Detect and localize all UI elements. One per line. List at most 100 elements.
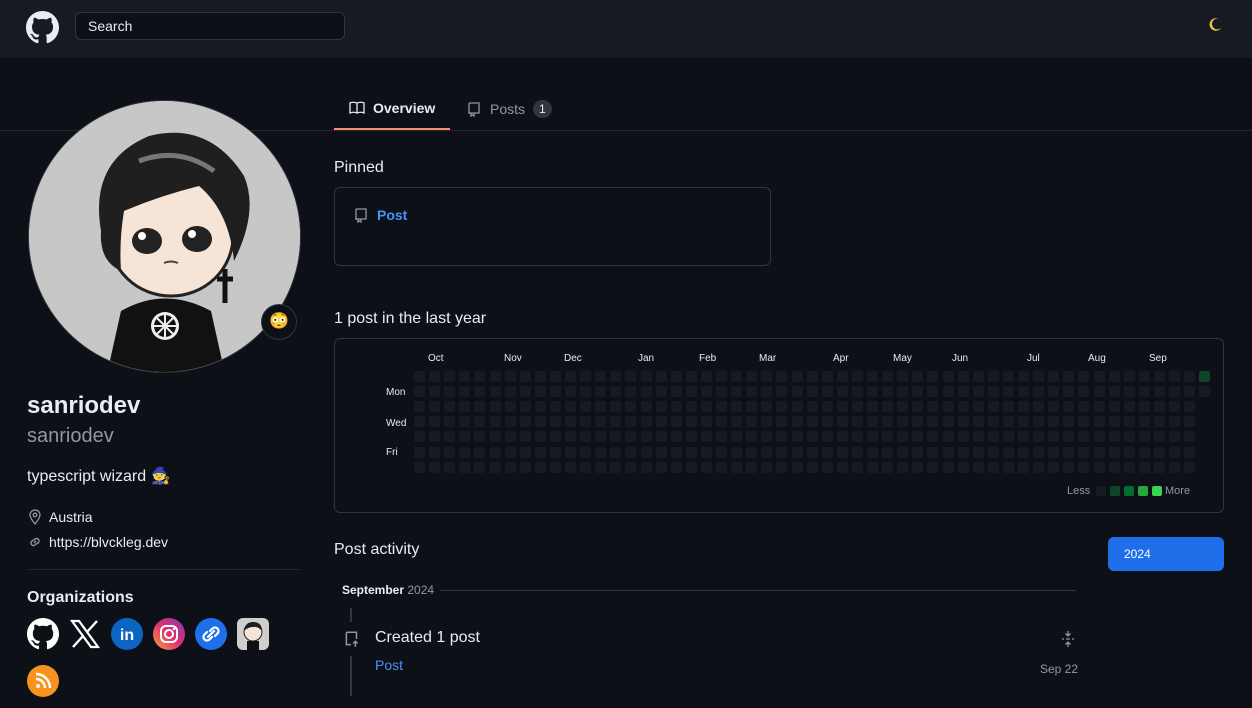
contribution-cell[interactable] — [1154, 416, 1165, 427]
contribution-cell[interactable] — [958, 416, 969, 427]
contribution-cell[interactable] — [882, 371, 893, 382]
contribution-cell[interactable] — [1124, 401, 1135, 412]
contribution-cell[interactable] — [490, 386, 501, 397]
contribution-cell[interactable] — [671, 386, 682, 397]
contribution-cell[interactable] — [897, 416, 908, 427]
contribution-cell[interactable] — [852, 447, 863, 458]
contribution-cell[interactable] — [822, 431, 833, 442]
contribution-cell[interactable] — [1094, 401, 1105, 412]
contribution-cell[interactable] — [1184, 462, 1195, 473]
contribution-cell[interactable] — [656, 416, 667, 427]
contribution-cell[interactable] — [474, 371, 485, 382]
contribution-cell[interactable] — [565, 462, 576, 473]
contribution-cell[interactable] — [641, 401, 652, 412]
contribution-cell[interactable] — [897, 462, 908, 473]
contribution-cell[interactable] — [912, 447, 923, 458]
contribution-cell[interactable] — [625, 371, 636, 382]
contribution-cell[interactable] — [550, 431, 561, 442]
contribution-cell[interactable] — [988, 431, 999, 442]
contribution-cell[interactable] — [459, 462, 470, 473]
search-input[interactable]: Search — [75, 12, 345, 40]
contribution-cell[interactable] — [716, 371, 727, 382]
contribution-cell[interactable] — [958, 447, 969, 458]
contribution-cell[interactable] — [867, 431, 878, 442]
contribution-cell[interactable] — [414, 386, 425, 397]
github-mark-icon[interactable] — [26, 11, 59, 44]
contribution-cell[interactable] — [792, 386, 803, 397]
contribution-cell[interactable] — [610, 416, 621, 427]
contribution-cell[interactable] — [731, 371, 742, 382]
profile-website[interactable]: https://blvckleg.dev — [27, 534, 168, 550]
contribution-cell[interactable] — [686, 462, 697, 473]
contribution-cell[interactable] — [550, 401, 561, 412]
contribution-cell[interactable] — [1094, 431, 1105, 442]
contribution-cell[interactable] — [761, 401, 772, 412]
contribution-cell[interactable] — [822, 371, 833, 382]
contribution-cell[interactable] — [822, 401, 833, 412]
contribution-cell[interactable] — [625, 416, 636, 427]
contribution-cell[interactable] — [852, 401, 863, 412]
contribution-cell[interactable] — [1154, 386, 1165, 397]
contribution-cell[interactable] — [1139, 447, 1150, 458]
contribution-cell[interactable] — [731, 462, 742, 473]
contribution-cell[interactable] — [1184, 447, 1195, 458]
contribution-cell[interactable] — [1184, 386, 1195, 397]
contribution-cell[interactable] — [625, 462, 636, 473]
contribution-cell[interactable] — [671, 371, 682, 382]
contribution-cell[interactable] — [565, 447, 576, 458]
contribution-cell[interactable] — [807, 386, 818, 397]
tab-posts[interactable]: Posts 1 — [451, 88, 567, 130]
contribution-cell[interactable] — [535, 386, 546, 397]
contribution-cell[interactable] — [701, 401, 712, 412]
contribution-cell[interactable] — [776, 447, 787, 458]
contribution-cell[interactable] — [1078, 401, 1089, 412]
contribution-cell[interactable] — [701, 462, 712, 473]
contribution-cell[interactable] — [746, 401, 757, 412]
contribution-cell[interactable] — [671, 447, 682, 458]
contribution-cell[interactable] — [1048, 371, 1059, 382]
contribution-cell[interactable] — [867, 386, 878, 397]
contribution-cell[interactable] — [1018, 401, 1029, 412]
contribution-cell[interactable] — [1169, 371, 1180, 382]
contribution-cell[interactable] — [776, 462, 787, 473]
contribution-cell[interactable] — [641, 416, 652, 427]
contribution-cell[interactable] — [1199, 386, 1210, 397]
contribution-cell[interactable] — [474, 431, 485, 442]
org-rss[interactable] — [27, 665, 59, 697]
contribution-cell[interactable] — [943, 431, 954, 442]
contribution-cell[interactable] — [792, 371, 803, 382]
contribution-cell[interactable] — [1124, 386, 1135, 397]
contribution-cell[interactable] — [1124, 462, 1135, 473]
contribution-cell[interactable] — [1184, 371, 1195, 382]
contribution-cell[interactable] — [595, 462, 606, 473]
contribution-cell[interactable] — [505, 401, 516, 412]
contribution-cell[interactable] — [474, 447, 485, 458]
contribution-cell[interactable] — [1094, 462, 1105, 473]
contribution-cell[interactable] — [1109, 386, 1120, 397]
contribution-cell[interactable] — [852, 431, 863, 442]
contribution-cell[interactable] — [505, 386, 516, 397]
contribution-cell[interactable] — [580, 401, 591, 412]
contribution-cell[interactable] — [852, 416, 863, 427]
contribution-cell[interactable] — [459, 386, 470, 397]
contribution-cell[interactable] — [1109, 401, 1120, 412]
contribution-cell[interactable] — [1154, 447, 1165, 458]
contribution-cell[interactable] — [550, 371, 561, 382]
contribution-cell[interactable] — [656, 386, 667, 397]
contribution-cell[interactable] — [595, 416, 606, 427]
contribution-cell[interactable] — [852, 386, 863, 397]
contribution-cell[interactable] — [1094, 416, 1105, 427]
contribution-cell[interactable] — [505, 416, 516, 427]
contribution-cell[interactable] — [701, 386, 712, 397]
contribution-cell[interactable] — [1124, 371, 1135, 382]
contribution-cell[interactable] — [1139, 462, 1150, 473]
contribution-cell[interactable] — [882, 431, 893, 442]
contribution-cell[interactable] — [625, 431, 636, 442]
contribution-cell[interactable] — [535, 401, 546, 412]
contribution-cell[interactable] — [1169, 401, 1180, 412]
contribution-cell[interactable] — [716, 431, 727, 442]
contribution-cell[interactable] — [641, 462, 652, 473]
contribution-cell[interactable] — [927, 447, 938, 458]
contribution-cell[interactable] — [897, 431, 908, 442]
contribution-cell[interactable] — [686, 416, 697, 427]
